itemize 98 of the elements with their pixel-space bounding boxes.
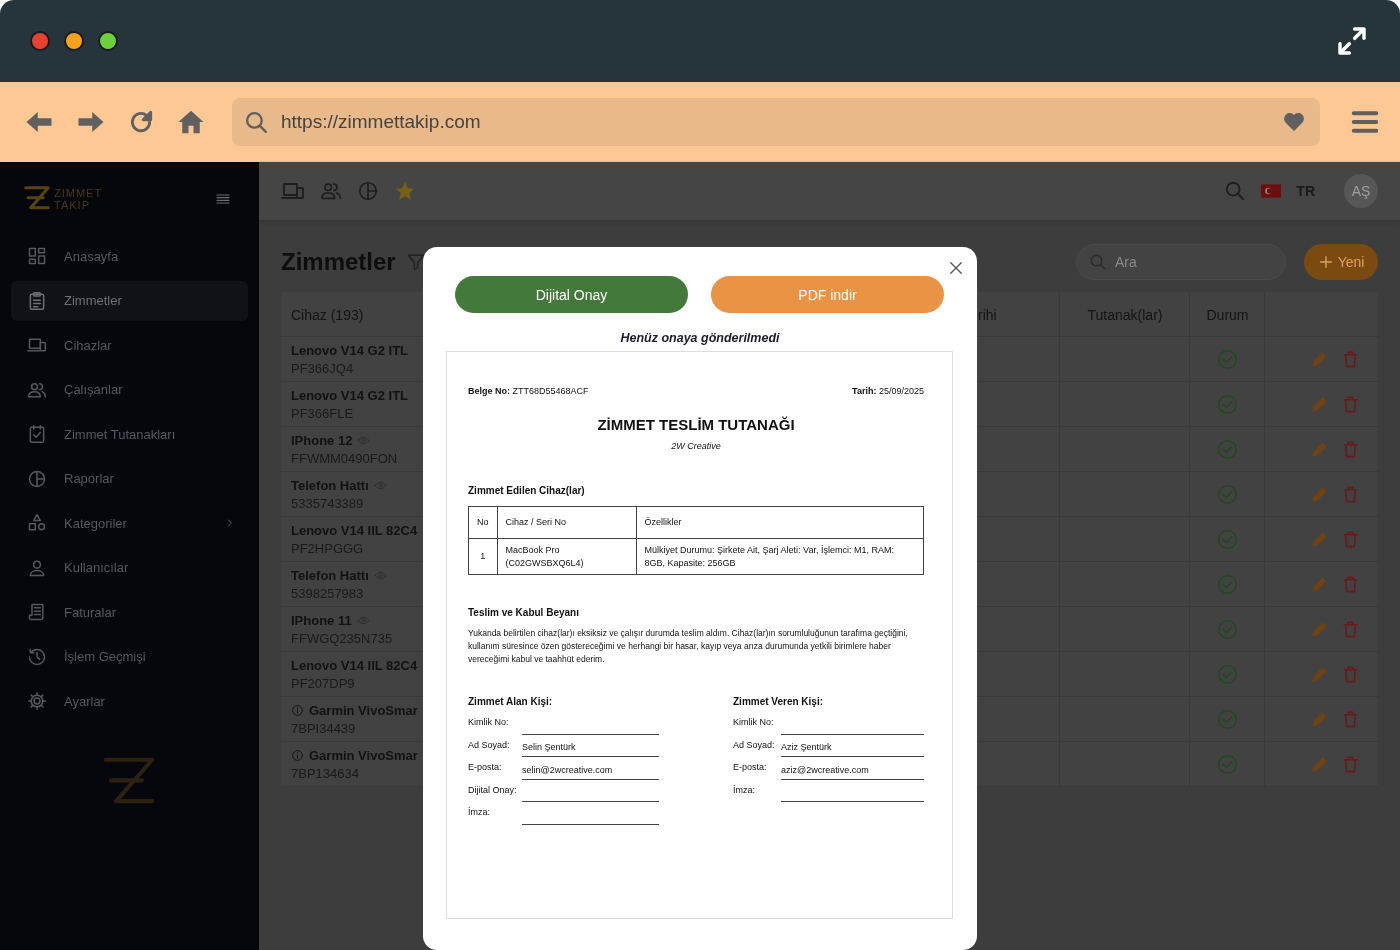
trash-icon[interactable] [1341, 440, 1360, 459]
trash-icon[interactable] [1341, 530, 1360, 549]
logo-text: ZIMMET [54, 187, 103, 199]
declaration-text: Yukanda belirtilen cihaz(lar)ı eksiksiz ve çalışır durumda teslim aldım. Cihaz(lar)ın sorumluluğunun tarafıma geçtiğini, kullanım süresince özen göstereceğimi ve herhangi bir hasar, kayıp veya arıza durumunda yetkili birimlere haber vereceğimi kabul ve taahhüt ederim. [468, 627, 909, 666]
pencil-icon[interactable] [1310, 755, 1329, 774]
sidebar-item[interactable]: Çalışanlar [11, 369, 248, 410]
new-button[interactable]: Yeni [1304, 244, 1378, 280]
clipboard-icon [27, 290, 47, 311]
trash-icon[interactable] [1341, 350, 1360, 369]
filter-icon[interactable] [405, 252, 426, 272]
sidebar-item[interactable]: İşlem Geçmişi [11, 636, 248, 677]
search-icon[interactable] [1224, 180, 1247, 202]
devices-icon [27, 335, 47, 355]
sidebar-item[interactable]: Faturalar [11, 592, 248, 632]
minimize-window-button[interactable] [64, 31, 84, 51]
search-field[interactable]: Ara [1076, 244, 1286, 280]
table-header-cell: Cihaz / Seri No [497, 506, 636, 539]
checklist-icon [27, 424, 47, 444]
sidebar-item[interactable]: Kategoriler [11, 503, 248, 543]
field-label: E-posta: [468, 761, 503, 773]
sidebar-item[interactable]: Raporlar [11, 458, 248, 499]
pie-chart-icon [27, 468, 47, 489]
grid-icon [27, 246, 47, 266]
trash-icon[interactable] [1341, 755, 1360, 774]
close-window-button[interactable] [30, 31, 50, 51]
pencil-icon[interactable] [1310, 575, 1329, 594]
search-icon [244, 109, 269, 135]
approve-button[interactable]: Dijital Onay [455, 276, 688, 313]
flag-icon[interactable] [1261, 184, 1282, 198]
field-value: selin@2wcreative.com [522, 763, 659, 780]
trash-icon[interactable] [1341, 665, 1360, 684]
document-date: Tarih: 25/09/2025 [852, 385, 924, 397]
expand-icon[interactable] [1336, 25, 1368, 57]
pie-chart-icon[interactable] [357, 180, 379, 202]
sidebar-item[interactable]: Cihazlar [11, 325, 248, 365]
field-label: İmza: [468, 806, 491, 818]
history-icon [27, 646, 47, 667]
pencil-icon[interactable] [1310, 530, 1329, 549]
sidebar-item[interactable]: Zimmet Tutanakları [11, 414, 248, 454]
status-text: Henüz onaya gönderilmedi [619, 331, 781, 347]
pencil-icon[interactable] [1310, 665, 1329, 684]
pencil-icon[interactable] [1310, 620, 1329, 639]
pencil-icon[interactable] [1310, 710, 1329, 729]
section-heading: Teslim ve Kabul Beyanı [468, 607, 580, 619]
signature-heading: Zimmet Alan Kişi: [468, 696, 554, 708]
table-cell: Mülkiyet Durumu: Şirkete Ait, Şarj Aleti: Var, İşlemci: M1, RAM: 8GB, Kapasite: 256GB [636, 538, 924, 575]
settings-icon [27, 691, 47, 711]
pencil-icon[interactable] [1310, 485, 1329, 504]
field-label: E-posta: [733, 761, 768, 773]
info-icon [291, 749, 304, 762]
field-label: İmza: [733, 783, 756, 796]
trash-icon[interactable] [1341, 620, 1360, 639]
sidebar-item[interactable]: Zimmetler [11, 280, 248, 321]
pencil-icon[interactable] [1310, 350, 1329, 369]
close-icon[interactable] [947, 259, 965, 277]
field-label: Kimlik No: [468, 716, 510, 728]
placeholder-text: Ara [1115, 254, 1137, 270]
trash-icon[interactable] [1341, 485, 1360, 504]
table-header-cell: No [468, 506, 497, 539]
trash-icon[interactable] [1341, 395, 1360, 414]
signature-heading: Zimmet Veren Kişi: [733, 696, 825, 708]
plus-icon [1317, 254, 1334, 270]
star-icon[interactable] [394, 180, 416, 202]
field-label: Kimlik No: [733, 716, 775, 728]
table-cell: 1 [468, 538, 497, 575]
field-label: Ad Soyad: [468, 738, 511, 751]
table-cell: MacBook Pro (C02GWSBXQ6L4) [497, 538, 636, 575]
document-number: Belge No: ZTT68D55468ACF [468, 385, 589, 397]
sidebar-item[interactable]: Kullanıcılar [11, 547, 248, 588]
company-name: 2W Creative [670, 441, 722, 452]
pencil-icon[interactable] [1310, 440, 1329, 459]
logo-text: TAKIP [54, 199, 91, 211]
table-header-cell: Özellikler [636, 506, 924, 539]
sidebar-item[interactable]: Ayarlar [11, 681, 248, 721]
users-icon[interactable] [320, 180, 342, 202]
pdf-download-button[interactable]: PDF indir [711, 276, 944, 313]
field-value: Selin Şentürk [522, 741, 659, 757]
document-title: ZİMMET TESLİM TUTANAĞI [596, 416, 796, 434]
url-text: https://zimmettakip.com [281, 111, 482, 133]
field-value: Aziz Şentürk [781, 741, 924, 757]
address-bar[interactable]: https://zimmettakip.com [232, 98, 1320, 146]
sidebar-item[interactable]: Anasayfa [11, 236, 248, 276]
search-icon [1089, 253, 1107, 271]
pencil-icon[interactable] [1310, 395, 1329, 414]
trash-icon[interactable] [1341, 575, 1360, 594]
reload-icon[interactable] [128, 109, 154, 135]
info-icon [291, 704, 304, 717]
field-label: Dijital Onay: [468, 783, 518, 796]
shapes-icon [27, 513, 47, 533]
receipt-icon [27, 602, 47, 622]
field-value: aziz@2wcreative.com [781, 763, 924, 780]
user-avatar[interactable]: AŞ [1344, 174, 1378, 208]
menu-icon[interactable] [215, 191, 231, 207]
heart-icon[interactable] [1282, 110, 1306, 134]
section-heading: Zimmet Edilen Cihaz(lar) [468, 485, 586, 497]
zoom-window-button[interactable] [98, 31, 118, 51]
trash-icon[interactable] [1341, 710, 1360, 729]
field-label: Ad Soyad: [733, 738, 776, 751]
